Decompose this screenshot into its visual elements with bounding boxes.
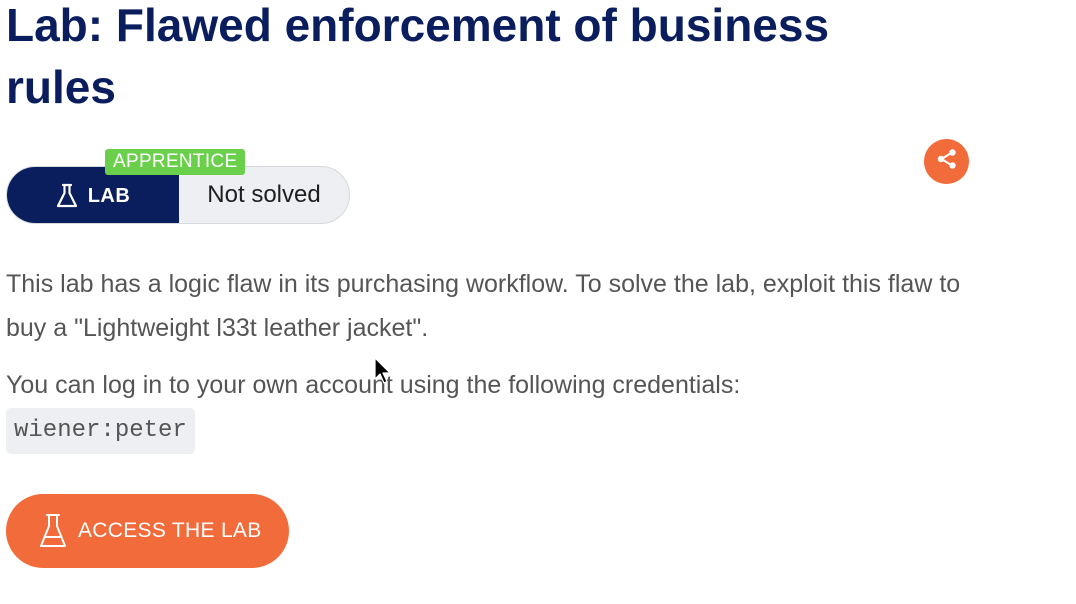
flask-icon — [56, 183, 78, 209]
lab-type-segment: LAB — [7, 167, 179, 223]
lab-type-label: LAB — [87, 184, 131, 207]
share-button[interactable] — [924, 139, 969, 184]
flask-icon — [38, 512, 68, 550]
credentials-code: wiener:peter — [6, 408, 195, 454]
access-lab-label: ACCESS THE LAB — [78, 519, 262, 542]
page-title: Lab: Flawed enforcement of business rule… — [6, 0, 830, 113]
lab-status-label: Not solved — [207, 181, 321, 208]
lab-description: This lab has a logic flaw in its purchas… — [6, 270, 961, 342]
lab-page: Lab: Flawed enforcement of business rule… — [0, 0, 1076, 604]
share-icon — [936, 148, 958, 175]
access-lab-button[interactable]: ACCESS THE LAB — [6, 494, 289, 568]
credentials-intro: You can log in to your own account using… — [6, 371, 741, 399]
mouse-cursor-icon — [374, 357, 392, 390]
level-badge: APPRENTICE — [105, 149, 246, 175]
